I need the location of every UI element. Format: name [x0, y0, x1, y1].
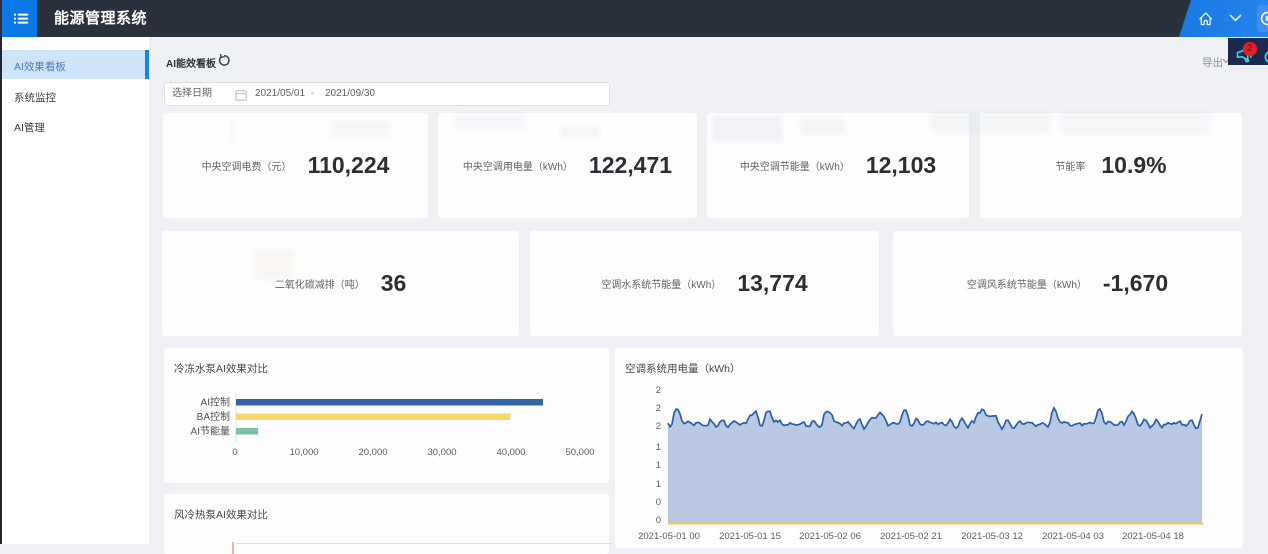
svg-text:1: 1	[656, 479, 661, 490]
svg-text:2021-05-04 03: 2021-05-04 03	[1042, 531, 1104, 542]
svg-text:0: 0	[232, 447, 237, 458]
svg-text:2021-05-01 15: 2021-05-01 15	[719, 531, 781, 542]
svg-text:2021-05-01 00: 2021-05-01 00	[638, 531, 700, 542]
svg-text:50,000: 50,000	[565, 447, 594, 458]
svg-text:40,000: 40,000	[496, 447, 525, 458]
svg-text:AI控制: AI控制	[201, 396, 230, 409]
svg-text:0: 0	[656, 515, 661, 526]
svg-text:2: 2	[656, 385, 661, 396]
svg-text:2: 2	[656, 403, 661, 414]
svg-text:AI节能量: AI节能量	[191, 425, 230, 438]
svg-text:10,000: 10,000	[289, 447, 318, 458]
svg-text:2: 2	[656, 421, 661, 432]
svg-text:1: 1	[656, 460, 661, 471]
svg-text:BA控制: BA控制	[197, 410, 230, 423]
svg-text:30,000: 30,000	[427, 447, 456, 458]
svg-text:2021-05-03 12: 2021-05-03 12	[961, 531, 1023, 542]
svg-text:2021-05-04 18: 2021-05-04 18	[1122, 531, 1184, 542]
svg-text:2021-05-02 21: 2021-05-02 21	[880, 531, 942, 542]
svg-text:1: 1	[656, 442, 661, 453]
svg-text:0: 0	[656, 497, 661, 508]
svg-text:20,000: 20,000	[358, 447, 387, 458]
svg-text:2021-05-02 06: 2021-05-02 06	[799, 531, 861, 542]
